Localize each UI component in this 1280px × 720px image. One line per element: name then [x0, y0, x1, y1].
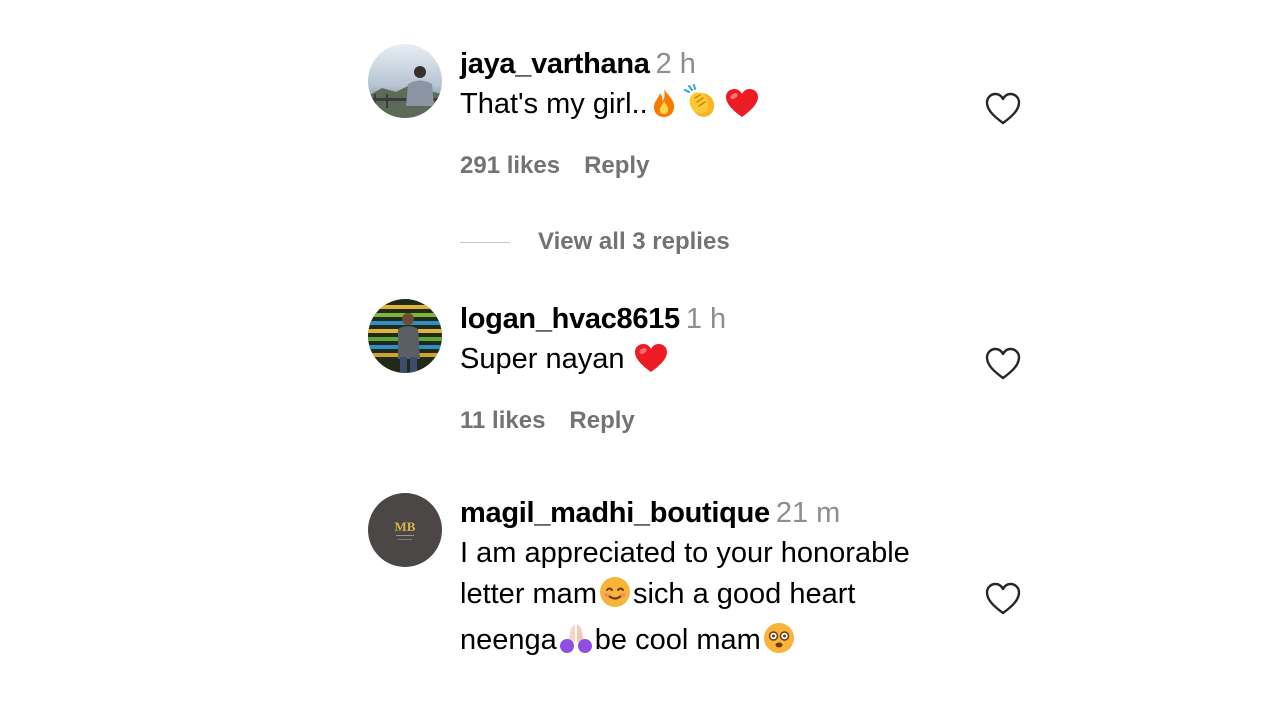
red-heart-icon — [725, 88, 759, 130]
red-heart-icon — [634, 343, 668, 385]
comment-text-line: I am appreciated to your honorable — [460, 537, 910, 569]
face-with-spiral-eyes-icon — [763, 622, 795, 666]
divider — [460, 242, 510, 244]
comment-time: 2 h — [655, 48, 696, 80]
likes-count[interactable]: 291 likes — [460, 152, 560, 179]
reply-button[interactable]: Reply — [569, 407, 634, 434]
comment-text: be cool mam — [594, 624, 761, 656]
avatar[interactable]: MB — [368, 493, 442, 567]
comment-text: neenga — [460, 624, 557, 656]
comment-item: logan_hvac8615 1 h Super nayan 11 likes Re… — [368, 299, 1028, 449]
comment-meta: 291 likes Reply — [460, 152, 649, 180]
comment-username[interactable]: logan_hvac8615 — [460, 303, 680, 335]
fire-icon — [651, 88, 677, 130]
like-heart-icon[interactable] — [985, 92, 1021, 126]
avatar-logo: MB — [395, 519, 416, 534]
comment-text: Super nayan — [460, 343, 625, 375]
folded-hands-icon — [559, 622, 593, 666]
comment-time: 21 m — [775, 497, 841, 529]
comment-username[interactable]: jaya_varthana — [460, 48, 650, 80]
comment-item: MB magil_madhi_boutique 21 m I am appreci… — [368, 493, 1028, 663]
comment-item: jaya_varthana 2 h That's my girl.. 291 li… — [368, 44, 1028, 194]
smiling-face-icon — [599, 576, 631, 620]
view-replies-label: View all 3 replies — [538, 228, 730, 255]
clapping-hands-icon — [683, 84, 719, 130]
likes-count[interactable]: 11 likes — [460, 407, 545, 434]
comment-text: letter mam — [460, 578, 597, 610]
comment-username[interactable]: magil_madhi_boutique — [460, 497, 770, 529]
comment-meta: 11 likes Reply — [460, 407, 635, 435]
view-all-replies-button[interactable]: View all 3 replies — [460, 228, 730, 256]
like-heart-icon[interactable] — [985, 347, 1021, 381]
avatar[interactable] — [368, 44, 442, 118]
reply-button[interactable]: Reply — [584, 152, 649, 179]
comment-text: sich a good heart — [632, 578, 856, 610]
like-heart-icon[interactable] — [985, 582, 1021, 616]
comment-text: That's my girl.. — [460, 88, 648, 120]
comment-time: 1 h — [685, 303, 727, 335]
avatar[interactable] — [368, 299, 442, 373]
